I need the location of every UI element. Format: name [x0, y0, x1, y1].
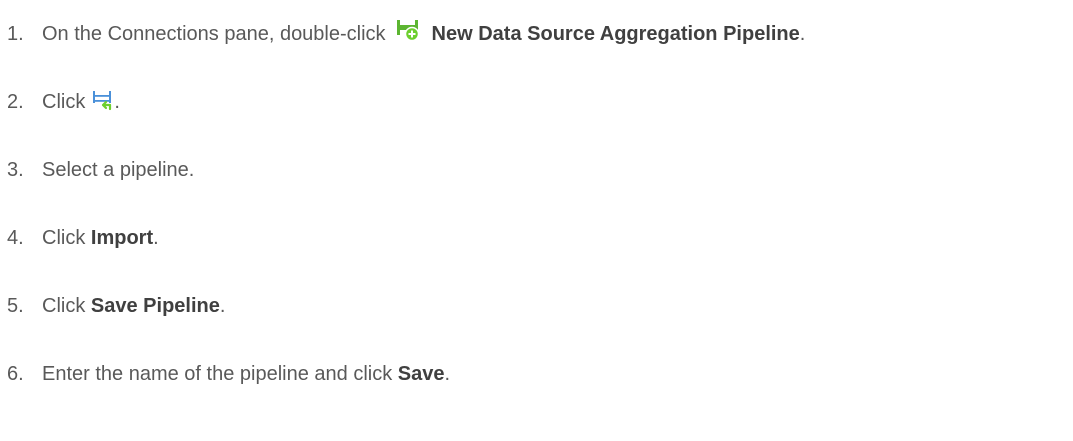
step-1: 1. On the Connections pane, double-click… — [7, 12, 1067, 56]
step-number: 4. — [7, 227, 24, 249]
step-number: 2. — [7, 91, 24, 113]
step-5: 5. Click Save Pipeline. — [7, 284, 1067, 328]
step-text: Enter the name of the pipeline and click — [42, 363, 393, 385]
step-bold-text: Save — [397, 363, 445, 385]
instruction-steps: 1. On the Connections pane, double-click… — [7, 12, 1067, 396]
step-number: 1. — [7, 23, 24, 45]
import-pipeline-icon — [92, 84, 114, 111]
step-number: 3. — [7, 159, 24, 181]
step-suffix: . — [219, 295, 226, 317]
step-bold-text: Import — [90, 227, 154, 249]
step-6: 6. Enter the name of the pipeline and cl… — [7, 352, 1067, 396]
step-bold-text: New Data Source Aggregation Pipeline — [431, 23, 800, 45]
step-text: Click — [42, 227, 86, 249]
step-suffix: . — [444, 363, 451, 385]
step-suffix: . — [114, 91, 120, 113]
step-suffix: . — [799, 23, 806, 45]
step-2: 2. Click . — [7, 80, 1067, 124]
step-number: 6. — [7, 363, 24, 385]
step-number: 5. — [7, 295, 24, 317]
step-4: 4. Click Import. — [7, 216, 1067, 260]
step-text: On the Connections pane, double-click — [42, 23, 386, 45]
new-data-source-aggregation-pipeline-icon — [396, 14, 420, 42]
step-suffix: . — [153, 227, 159, 249]
step-text: Click — [42, 91, 86, 113]
step-3: 3. Select a pipeline. — [7, 148, 1067, 192]
step-text: Click — [42, 295, 86, 317]
step-bold-text: Save Pipeline — [90, 295, 220, 317]
step-text: Select a pipeline. — [42, 159, 195, 181]
